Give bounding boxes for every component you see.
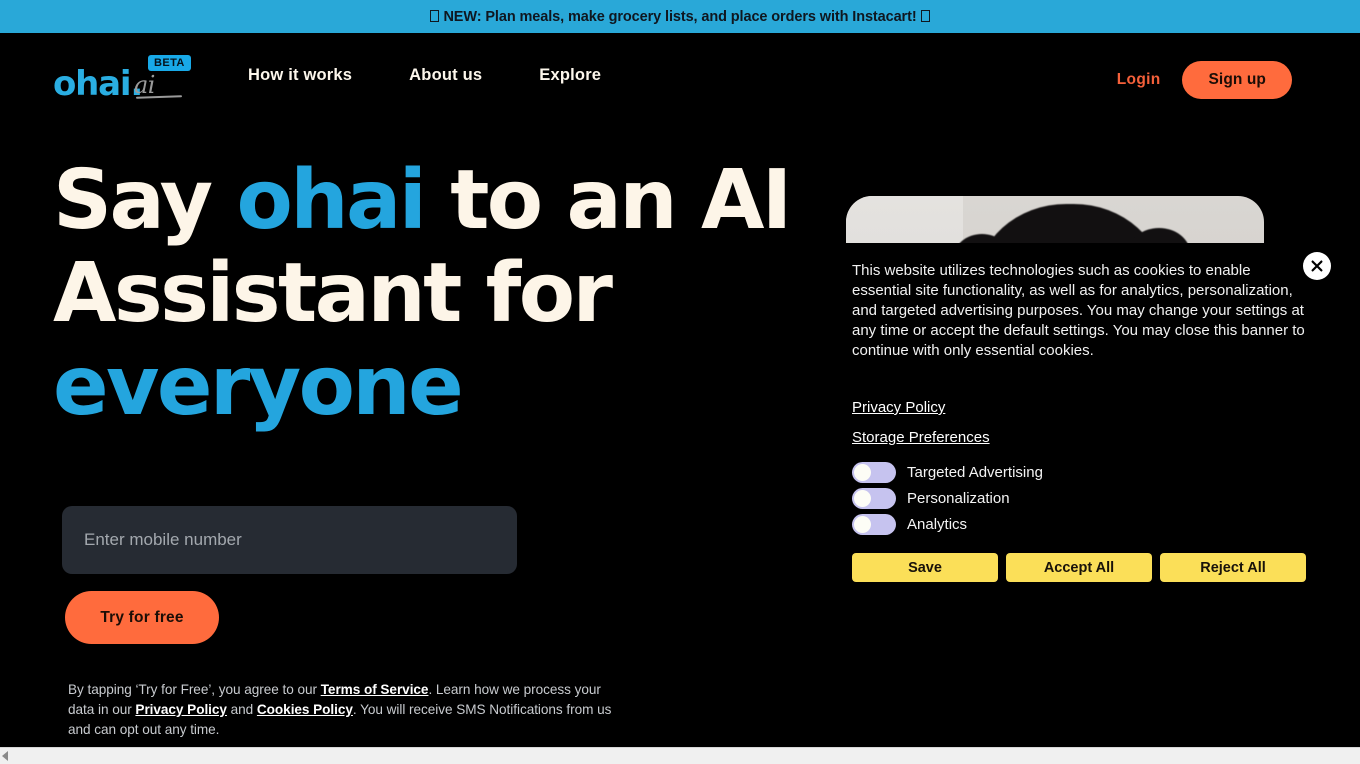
signup-button[interactable]: Sign up [1182,61,1292,99]
horizontal-scrollbar[interactable] [0,747,1360,764]
cookie-preference-list: Targeted Advertising Personalization Ana… [852,459,1306,537]
logo-swash-icon [135,95,183,99]
logo-text: ohai. [53,64,143,104]
scroll-left-arrow-icon[interactable] [2,751,8,761]
nav-item-about-us[interactable]: About us [409,66,482,85]
hero-title-highlight-2: everyone [53,339,464,434]
legal-seg-3: and [226,702,257,717]
missing-glyph-box-icon [430,9,440,22]
logo[interactable]: ohai. ai BETA [53,55,203,101]
cookie-banner-body: This website utilizes technologies such … [852,262,1305,359]
cookies-policy-link[interactable]: Cookies Policy [257,702,353,717]
preference-row: Analytics [852,511,1306,537]
storage-preferences-link[interactable]: Storage Preferences [852,429,990,446]
try-for-free-button[interactable]: Try for free [65,591,219,644]
reject-all-button[interactable]: Reject All [1160,553,1306,582]
toggle-knob-icon [854,489,871,507]
cookie-banner-links: Privacy Policy Storage Preferences [852,399,1306,446]
toggle-analytics[interactable] [852,513,896,535]
toggle-targeted-advertising[interactable] [852,461,896,483]
hero-content: Say ohai to an AI Assistant for everyone… [53,154,793,737]
save-button[interactable]: Save [852,553,998,582]
preference-row: Personalization [852,485,1306,511]
privacy-policy-link[interactable]: Privacy Policy [135,702,227,717]
announcement-message: NEW: Plan meals, make grocery lists, and… [443,8,917,25]
terms-of-service-link[interactable]: Terms of Service [321,682,429,697]
accept-all-button[interactable]: Accept All [1006,553,1152,582]
announcement-bar[interactable]: NEW: Plan meals, make grocery lists, and… [0,0,1360,33]
nav-item-how-it-works[interactable]: How it works [248,66,352,85]
cookie-privacy-policy-link[interactable]: Privacy Policy [852,399,945,416]
preference-label: Analytics [907,515,968,533]
legal-disclaimer: By tapping ‘Try for Free’, you agree to … [68,680,628,740]
login-link[interactable]: Login [1117,71,1161,89]
auth-actions: Login Sign up [1117,61,1292,99]
cookie-consent-banner: This website utilizes technologies such … [838,243,1328,598]
hero-title-seg-1: Say [53,153,237,248]
preference-row: Targeted Advertising [852,459,1306,485]
toggle-knob-icon [854,515,871,533]
toggle-personalization[interactable] [852,487,896,509]
missing-glyph-box-icon [920,9,930,22]
beta-badge: BETA [148,55,191,72]
hero-title: Say ohai to an AI Assistant for everyone [53,154,793,433]
nav-item-explore[interactable]: Explore [539,66,601,85]
mobile-number-input[interactable] [62,506,517,574]
close-icon [1311,260,1323,272]
legal-seg-1: By tapping ‘Try for Free’, you agree to … [68,682,321,697]
primary-nav: How it works About us Explore [248,66,601,85]
announcement-text: NEW: Plan meals, make grocery lists, and… [426,9,933,25]
site-header: ohai. ai BETA How it works About us Expl… [0,33,1360,116]
cookie-banner-actions: Save Accept All Reject All [852,553,1306,582]
preference-label: Targeted Advertising [907,463,1043,481]
close-cookie-banner-button[interactable] [1303,252,1331,280]
hero-title-highlight-1: ohai [236,153,426,248]
page-root: NEW: Plan meals, make grocery lists, and… [0,0,1360,764]
toggle-knob-icon [854,463,871,481]
preference-label: Personalization [907,489,1010,507]
logo-suffix-text: ai [134,71,155,99]
